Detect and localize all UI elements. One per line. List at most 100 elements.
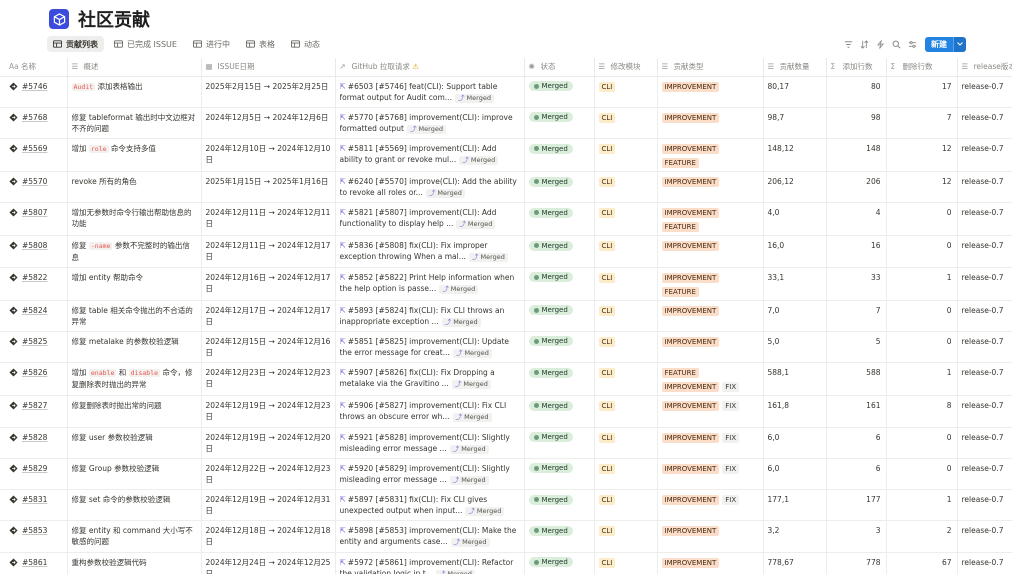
desc-cell[interactable]: 增加 role 命令支持多值 xyxy=(67,138,202,173)
pr-cell[interactable]: ⇱ #5898 [#5853] improvement(CLI): Make th… xyxy=(335,520,525,553)
date-cell[interactable]: 2024年12月24日 → 2024年12月25日 xyxy=(201,552,336,574)
release-cell[interactable]: release-0.7 xyxy=(957,107,1012,140)
type-cell[interactable]: IMPROVEMENT FIX xyxy=(657,427,764,459)
add-cell[interactable]: 148 xyxy=(826,138,887,173)
tab-view-2[interactable]: 进行中 xyxy=(187,36,236,52)
pr-cell[interactable]: ⇱ #5921 [#5828] improvement(CLI): Slightl… xyxy=(335,427,525,459)
add-cell[interactable]: 588 xyxy=(826,362,887,397)
date-cell[interactable]: 2024年12月19日 → 2024年12月20日 xyxy=(201,427,336,459)
count-cell[interactable]: 80,17 xyxy=(763,76,827,108)
module-cell[interactable]: CLI xyxy=(594,138,658,173)
table-row[interactable]: #5822 增加 entity 帮助命令 2024年12月16日 → 2024年12… xyxy=(0,267,1012,301)
sort-icon[interactable] xyxy=(857,37,871,51)
add-cell[interactable]: 5 xyxy=(826,331,887,364)
count-cell[interactable]: 161,8 xyxy=(763,395,827,428)
date-cell[interactable]: 2024年12月18日 → 2024年12月18日 xyxy=(201,520,336,553)
desc-cell[interactable]: 重构参数校验逻辑代码 xyxy=(67,552,202,574)
issue-name[interactable]: #5828 xyxy=(22,432,47,443)
release-cell[interactable]: release-0.7 xyxy=(957,552,1012,574)
del-cell[interactable]: 12 xyxy=(886,171,958,204)
col-header-module[interactable]: ☰ 修改模块 xyxy=(594,58,658,77)
add-cell[interactable]: 206 xyxy=(826,171,887,204)
count-cell[interactable]: 4,0 xyxy=(763,202,827,237)
add-cell[interactable]: 177 xyxy=(826,489,887,522)
status-cell[interactable]: Merged xyxy=(524,300,595,332)
pr-cell[interactable]: ⇱ #5852 [#5822] Print Help information wh… xyxy=(335,267,525,301)
pr-cell[interactable]: ⇱ #5920 [#5829] improvement(CLI): Slightl… xyxy=(335,458,525,491)
release-cell[interactable]: release-0.7 xyxy=(957,76,1012,108)
table-row[interactable]: #5829 修复 Group 参数校验逻辑 2024年12月22日 → 2024年1… xyxy=(0,458,1012,491)
del-cell[interactable]: 0 xyxy=(886,235,958,268)
date-cell[interactable]: 2024年12月5日 → 2024年12月6日 xyxy=(201,107,336,140)
col-header-pr[interactable]: ↗ GitHub 拉取请求 ⚠ xyxy=(335,58,525,77)
name-cell[interactable]: #5824 xyxy=(0,300,68,332)
desc-cell[interactable]: 修复 entity 和 command 大小写不敏感的问题 xyxy=(67,520,202,553)
table-row[interactable]: #5853 修复 entity 和 command 大小写不敏感的问题 2024年1… xyxy=(0,520,1012,553)
release-cell[interactable]: release-0.7 xyxy=(957,489,1012,522)
date-cell[interactable]: 2024年12月11日 → 2024年12月11日 xyxy=(201,202,336,237)
issue-name[interactable]: #5768 xyxy=(22,112,47,123)
pr-cell[interactable]: ⇱ #5836 [#5808] fix(CLI): Fix improper ex… xyxy=(335,235,525,268)
col-header-name[interactable]: Aa 名称 xyxy=(0,58,68,77)
del-cell[interactable]: 2 xyxy=(886,520,958,553)
issue-name[interactable]: #5825 xyxy=(22,336,47,347)
release-cell[interactable]: release-0.7 xyxy=(957,300,1012,332)
module-cell[interactable]: CLI xyxy=(594,552,658,574)
type-cell[interactable]: IMPROVEMENT xyxy=(657,235,764,268)
count-cell[interactable]: 778,67 xyxy=(763,552,827,574)
filter-icon[interactable] xyxy=(841,37,855,51)
release-cell[interactable]: release-0.7 xyxy=(957,395,1012,428)
col-header-count[interactable]: ☰ 贡献数量 xyxy=(763,58,827,77)
status-cell[interactable]: Merged xyxy=(524,520,595,553)
type-cell[interactable]: IMPROVEMENT FIX xyxy=(657,395,764,428)
count-cell[interactable]: 7,0 xyxy=(763,300,827,332)
status-cell[interactable]: Merged xyxy=(524,395,595,428)
count-cell[interactable]: 16,0 xyxy=(763,235,827,268)
issue-name[interactable]: #5827 xyxy=(22,400,47,411)
table-row[interactable]: #5828 修复 user 参数校验逻辑 2024年12月19日 → 2024年12… xyxy=(0,427,1012,459)
del-cell[interactable]: 0 xyxy=(886,331,958,364)
module-cell[interactable]: CLI xyxy=(594,267,658,301)
date-cell[interactable]: 2024年12月17日 → 2024年12月17日 xyxy=(201,300,336,332)
release-cell[interactable]: release-0.7 xyxy=(957,202,1012,237)
type-cell[interactable]: IMPROVEMENT FIX xyxy=(657,458,764,491)
type-cell[interactable]: IMPROVEMENT xyxy=(657,552,764,574)
name-cell[interactable]: #5822 xyxy=(0,267,68,301)
table-row[interactable]: #5807 增加无参数时命令行输出帮助信息的功能 2024年12月11日 → 202… xyxy=(0,202,1012,237)
date-cell[interactable]: 2024年12月19日 → 2024年12月31日 xyxy=(201,489,336,522)
pr-cell[interactable]: ⇱ #5811 [#5569] improvement(CLI): Add abi… xyxy=(335,138,525,173)
pr-cell[interactable]: ⇱ #6240 [#5570] improve(CLI): Add the abi… xyxy=(335,171,525,204)
del-cell[interactable]: 12 xyxy=(886,138,958,173)
del-cell[interactable]: 0 xyxy=(886,202,958,237)
name-cell[interactable]: #5826 xyxy=(0,362,68,397)
type-cell[interactable]: IMPROVEMENT xyxy=(657,331,764,364)
name-cell[interactable]: #5828 xyxy=(0,427,68,459)
name-cell[interactable]: #5861 xyxy=(0,552,68,574)
status-cell[interactable]: Merged xyxy=(524,489,595,522)
count-cell[interactable]: 5,0 xyxy=(763,331,827,364)
desc-cell[interactable]: 修复 Group 参数校验逻辑 xyxy=(67,458,202,491)
add-cell[interactable]: 6 xyxy=(826,427,887,459)
status-cell[interactable]: Merged xyxy=(524,202,595,237)
issue-name[interactable]: #5831 xyxy=(22,494,47,505)
issue-name[interactable]: #5822 xyxy=(22,272,47,283)
type-cell[interactable]: IMPROVEMENT xyxy=(657,76,764,108)
issue-name[interactable]: #5829 xyxy=(22,463,47,474)
add-cell[interactable]: 6 xyxy=(826,458,887,491)
status-cell[interactable]: Merged xyxy=(524,76,595,108)
module-cell[interactable]: CLI xyxy=(594,76,658,108)
pr-cell[interactable]: ⇱ #5821 [#5807] improvement(CLI): Add fun… xyxy=(335,202,525,237)
desc-cell[interactable]: 修复 table 相关命令抛出的不合适的异常 xyxy=(67,300,202,332)
del-cell[interactable]: 1 xyxy=(886,362,958,397)
del-cell[interactable]: 67 xyxy=(886,552,958,574)
type-cell[interactable]: IMPROVEMENT xyxy=(657,107,764,140)
del-cell[interactable]: 17 xyxy=(886,76,958,108)
del-cell[interactable]: 7 xyxy=(886,107,958,140)
date-cell[interactable]: 2024年12月22日 → 2024年12月23日 xyxy=(201,458,336,491)
pr-title[interactable]: #5898 [#5853] improvement(CLI): Make the… xyxy=(340,526,517,546)
desc-cell[interactable]: 修复 tableformat 输出时中文边框对不齐的问题 xyxy=(67,107,202,140)
module-cell[interactable]: CLI xyxy=(594,107,658,140)
desc-cell[interactable]: 增加 enable 和 disable 命令，修复删除表时抛出的异常 xyxy=(67,362,202,397)
chevron-down-icon[interactable] xyxy=(953,36,966,52)
del-cell[interactable]: 8 xyxy=(886,395,958,428)
